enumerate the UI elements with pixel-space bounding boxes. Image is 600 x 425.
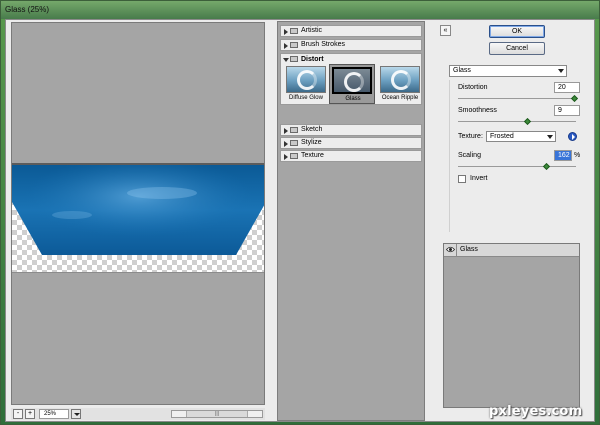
filter-controls-panel: « OK Cancel Glass Distortion 20 Smoothne… bbox=[428, 21, 594, 421]
folder-texture[interactable]: Texture bbox=[280, 150, 422, 162]
distortion-slider[interactable] bbox=[458, 98, 576, 99]
texture-select[interactable]: Frosted bbox=[486, 131, 556, 142]
expand-arrow-icon bbox=[284, 141, 288, 147]
folder-icon bbox=[290, 28, 298, 34]
texture-label: Texture: bbox=[458, 133, 483, 140]
folder-stylize[interactable]: Stylize bbox=[280, 137, 422, 149]
ocean-ripple-thumbnail bbox=[380, 66, 420, 93]
expand-arrow-icon bbox=[284, 128, 288, 134]
effect-layers-panel: Glass bbox=[443, 243, 580, 408]
folder-icon bbox=[290, 140, 298, 146]
folder-sketch[interactable]: Sketch bbox=[280, 124, 422, 136]
distortion-input[interactable]: 20 bbox=[554, 82, 580, 93]
folder-distort: Distort Diffuse Glow Glass Ocean Ripple bbox=[280, 53, 422, 105]
glass-thumbnail bbox=[332, 67, 372, 94]
glass-effect-shape bbox=[12, 165, 264, 255]
zoom-dropdown-button[interactable] bbox=[71, 409, 81, 419]
document-edge-bottom bbox=[12, 272, 264, 273]
expand-arrow-icon bbox=[284, 43, 288, 49]
scaling-label: Scaling bbox=[458, 152, 481, 159]
filter-thumb-diffuse-glow[interactable]: Diffuse Glow bbox=[283, 64, 329, 104]
folder-icon bbox=[290, 42, 298, 48]
effect-layer-row[interactable]: Glass bbox=[444, 244, 579, 257]
folder-icon bbox=[290, 127, 298, 133]
chevron-down-icon bbox=[558, 69, 564, 73]
filter-thumb-ocean-ripple[interactable]: Ocean Ripple bbox=[377, 64, 423, 104]
folder-brush-strokes[interactable]: Brush Strokes bbox=[280, 39, 422, 51]
smoothness-input[interactable]: 9 bbox=[554, 105, 580, 116]
scaling-input[interactable]: 162 bbox=[554, 150, 572, 161]
scaling-unit: % bbox=[574, 152, 581, 159]
scaling-slider[interactable] bbox=[458, 166, 576, 167]
smoothness-slider-thumb[interactable] bbox=[523, 117, 531, 126]
cancel-button[interactable]: Cancel bbox=[489, 42, 545, 55]
distortion-label: Distortion bbox=[458, 84, 488, 91]
zoom-in-button[interactable]: + bbox=[25, 409, 35, 419]
collapse-gallery-button[interactable]: « bbox=[440, 25, 451, 36]
smoothness-label: Smoothness bbox=[458, 107, 497, 114]
expand-arrow-icon bbox=[284, 29, 288, 35]
invert-checkbox[interactable] bbox=[458, 175, 466, 183]
folder-icon bbox=[290, 56, 298, 62]
filter-thumb-glass[interactable]: Glass bbox=[329, 64, 375, 104]
folder-icon bbox=[290, 153, 298, 159]
zoom-level-field[interactable]: 25% bbox=[39, 409, 69, 419]
visibility-toggle[interactable] bbox=[444, 244, 457, 256]
ok-button[interactable]: OK bbox=[489, 25, 545, 38]
eye-icon bbox=[446, 246, 455, 253]
collapse-arrow-icon bbox=[283, 58, 289, 62]
preview-canvas[interactable] bbox=[11, 22, 265, 405]
filter-parameters: Distortion 20 Smoothness 9 Texture: Fros… bbox=[449, 80, 580, 232]
expand-arrow-icon bbox=[284, 154, 288, 160]
zoom-toolbar: - + 25% ||| bbox=[11, 408, 265, 420]
filter-type-select[interactable]: Glass bbox=[449, 65, 567, 77]
filter-gallery-window: Glass (25%) - + 25% ||| Artistic Brush S… bbox=[0, 0, 600, 425]
scrollbar-thumb[interactable]: ||| bbox=[186, 411, 248, 417]
horizontal-scrollbar[interactable]: ||| bbox=[171, 410, 263, 418]
zoom-out-button[interactable]: - bbox=[13, 409, 23, 419]
diffuse-glow-thumbnail bbox=[286, 66, 326, 93]
title-bar: Glass (25%) bbox=[1, 1, 599, 19]
folder-artistic[interactable]: Artistic bbox=[280, 25, 422, 37]
filter-gallery-list: Artistic Brush Strokes Distort Diffuse G… bbox=[277, 21, 425, 421]
window-title: Glass (25%) bbox=[5, 5, 50, 14]
effect-layer-name: Glass bbox=[460, 246, 478, 253]
chevron-down-icon bbox=[547, 135, 553, 139]
site-watermark: pxleyes.com bbox=[489, 404, 583, 419]
texture-options-button[interactable] bbox=[568, 132, 577, 141]
invert-label: Invert bbox=[470, 175, 488, 182]
dialog-body: - + 25% ||| Artistic Brush Strokes Disto… bbox=[5, 19, 595, 422]
smoothness-slider[interactable] bbox=[458, 121, 576, 122]
distortion-slider-thumb[interactable] bbox=[570, 94, 579, 103]
scaling-slider-thumb[interactable] bbox=[542, 162, 550, 171]
